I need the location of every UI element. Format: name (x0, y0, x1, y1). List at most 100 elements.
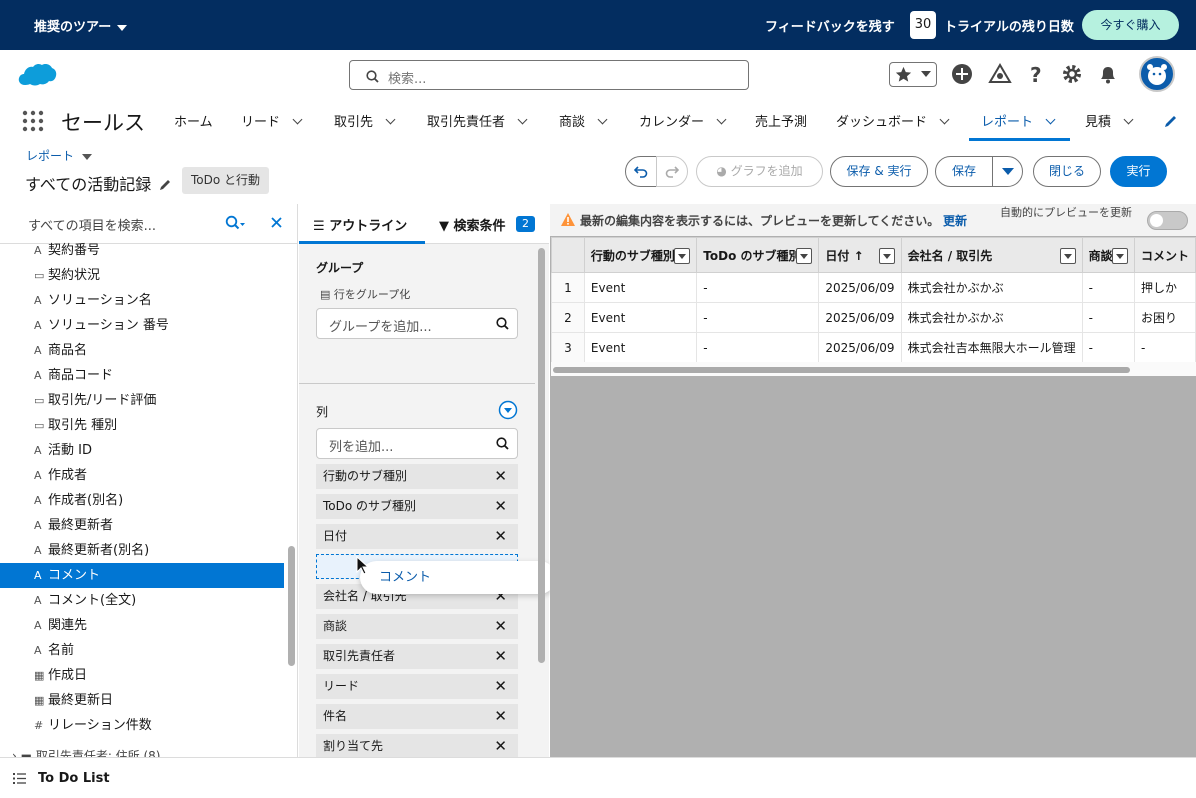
field-list-item[interactable]: A 商品名 (0, 338, 284, 363)
global-create-icon[interactable] (950, 62, 974, 86)
column-chip[interactable]: 件名 ✕ (316, 704, 518, 729)
column-menu-icon[interactable] (796, 248, 813, 264)
settings-gear-icon[interactable] (1060, 62, 1084, 86)
field-list-item[interactable]: A 作成者 (0, 463, 284, 488)
field-list-item[interactable]: A ソリューション名 (0, 288, 284, 313)
remove-column-icon[interactable]: ✕ (494, 704, 507, 729)
edit-title-pencil-icon[interactable] (160, 178, 172, 190)
column-chip[interactable]: ToDo のサブ種別 ✕ (316, 494, 518, 519)
edit-nav-pencil-icon[interactable] (1164, 113, 1179, 128)
column-chip[interactable]: 商談 ✕ (316, 614, 518, 639)
fields-scrollbar[interactable] (288, 546, 295, 666)
nav-tab-forecasts[interactable]: 売上予測 (755, 111, 807, 130)
nav-tab-reports[interactable]: レポート (981, 111, 1056, 130)
app-launcher-icon[interactable] (22, 110, 44, 132)
chevron-down-icon[interactable] (716, 114, 727, 125)
columns-menu-icon[interactable] (498, 400, 518, 420)
trailhead-icon[interactable] (988, 62, 1012, 86)
column-header[interactable]: 会社名 / 取引先 (900, 237, 1083, 273)
folder-contact-address[interactable]: › ▬ 取引先責任者: 住所 (8) (12, 747, 282, 757)
chevron-down-icon[interactable] (385, 114, 396, 125)
feedback-link[interactable]: フィードバックを残す (765, 16, 895, 35)
column-chip[interactable]: 行動のサブ種別 ✕ (316, 464, 518, 489)
column-header[interactable]: 日付 ↑ (818, 237, 902, 273)
guided-tour-menu[interactable]: 推奨のツアー (34, 16, 128, 35)
field-list-item[interactable]: ▭ 取引先/リード評価 (0, 388, 284, 413)
nav-tab-dashboards[interactable]: ダッシュボード (836, 111, 950, 130)
field-list-item[interactable]: A 商品コード (0, 363, 284, 388)
field-list-item[interactable]: ▭ 取引先 種別 (0, 413, 284, 438)
column-header[interactable]: 商談 (1081, 237, 1135, 273)
close-button[interactable]: 閉じる (1033, 156, 1101, 187)
close-icon[interactable] (271, 217, 282, 228)
add-group-input[interactable]: グループを追加... (316, 308, 518, 339)
chevron-down-icon[interactable] (292, 114, 303, 125)
dragging-column-chip[interactable]: コメント (360, 561, 556, 594)
search-options-icon[interactable] (225, 215, 245, 231)
column-chip[interactable]: 割り当て先 ✕ (316, 734, 518, 757)
update-preview-link[interactable]: 更新 (943, 212, 967, 229)
field-list-item[interactable]: A 名前 (0, 638, 284, 663)
field-list-item[interactable]: ▭ 契約状況 (0, 263, 284, 288)
field-list-item[interactable]: A 最終更新者 (0, 513, 284, 538)
column-menu-icon[interactable] (878, 248, 895, 264)
column-chip[interactable]: 取引先責任者 ✕ (316, 644, 518, 669)
favorites-button[interactable] (889, 62, 937, 87)
remove-column-icon[interactable]: ✕ (494, 734, 507, 757)
help-icon[interactable]: ? (1024, 62, 1048, 86)
add-column-input[interactable]: 列を追加... (316, 428, 518, 459)
column-header[interactable]: 行動のサブ種別 (583, 237, 698, 273)
outline-scrollbar[interactable] (538, 248, 545, 663)
chevron-down-icon[interactable] (517, 114, 528, 125)
nav-tab-contacts[interactable]: 取引先責任者 (427, 111, 528, 130)
field-list-item[interactable]: A 作成者(別名) (0, 488, 284, 513)
save-and-run-button[interactable]: 保存 & 実行 (830, 156, 928, 187)
chevron-down-icon[interactable] (1045, 114, 1056, 125)
field-list-item[interactable]: A ソリューション 番号 (0, 313, 284, 338)
field-list-item[interactable]: A コメント (0, 563, 284, 588)
salesforce-logo[interactable] (17, 61, 57, 89)
remove-column-icon[interactable]: ✕ (494, 494, 507, 519)
buy-now-button[interactable]: 今すぐ購入 (1082, 10, 1179, 40)
tab-outline[interactable]: ☰ アウトライン (313, 215, 407, 234)
save-options-button[interactable] (992, 156, 1023, 187)
nav-tab-quotes[interactable]: 見積 (1085, 111, 1134, 130)
nav-tab-accounts[interactable]: 取引先 (334, 111, 396, 130)
field-list-item[interactable]: A コメント(全文) (0, 588, 284, 613)
nav-tab-calendar[interactable]: カレンダー (639, 111, 727, 130)
breadcrumb[interactable]: レポート (26, 147, 92, 164)
field-list-item[interactable]: # リレーション件数 (0, 713, 284, 738)
user-avatar[interactable] (1139, 56, 1175, 92)
field-list-item[interactable]: A 契約番号 (0, 238, 284, 263)
field-list-item[interactable]: A 最終更新者(別名) (0, 538, 284, 563)
remove-column-icon[interactable]: ✕ (494, 524, 507, 549)
chevron-down-icon[interactable] (1123, 114, 1134, 125)
remove-column-icon[interactable]: ✕ (494, 674, 507, 699)
column-header[interactable]: コメント (1133, 237, 1196, 273)
horizontal-scrollbar[interactable] (553, 367, 1130, 373)
column-chip[interactable]: リード ✕ (316, 674, 518, 699)
remove-column-icon[interactable]: ✕ (494, 614, 507, 639)
column-menu-icon[interactable] (1059, 248, 1076, 264)
field-list-item[interactable]: A 関連先 (0, 613, 284, 638)
field-list-item[interactable]: ▦ 最終更新日 (0, 688, 284, 713)
add-chart-button[interactable]: ◕ グラフを追加 (696, 156, 823, 187)
remove-column-icon[interactable]: ✕ (494, 464, 507, 489)
nav-tab-home[interactable]: ホーム (174, 111, 213, 130)
chevron-down-icon[interactable] (939, 114, 950, 125)
column-menu-icon[interactable] (1111, 248, 1128, 264)
global-search-input[interactable]: 検索... (349, 60, 749, 90)
chevron-down-icon[interactable] (597, 114, 608, 125)
save-button[interactable]: 保存 (935, 156, 993, 187)
notification-bell-icon[interactable] (1096, 62, 1120, 86)
field-list-item[interactable]: ▦ 作成日 (0, 663, 284, 688)
redo-button[interactable] (656, 156, 688, 187)
column-header[interactable]: ToDo のサブ種別 (696, 237, 820, 273)
tab-filters[interactable]: ▼ 検索条件 (439, 215, 506, 234)
auto-preview-toggle[interactable] (1147, 211, 1188, 230)
nav-tab-opportunities[interactable]: 商談 (559, 111, 608, 130)
remove-column-icon[interactable]: ✕ (494, 644, 507, 669)
field-list-item[interactable]: A 活動 ID (0, 438, 284, 463)
todo-list-button[interactable]: To Do List (38, 771, 110, 786)
nav-tab-leads[interactable]: リード (241, 111, 303, 130)
